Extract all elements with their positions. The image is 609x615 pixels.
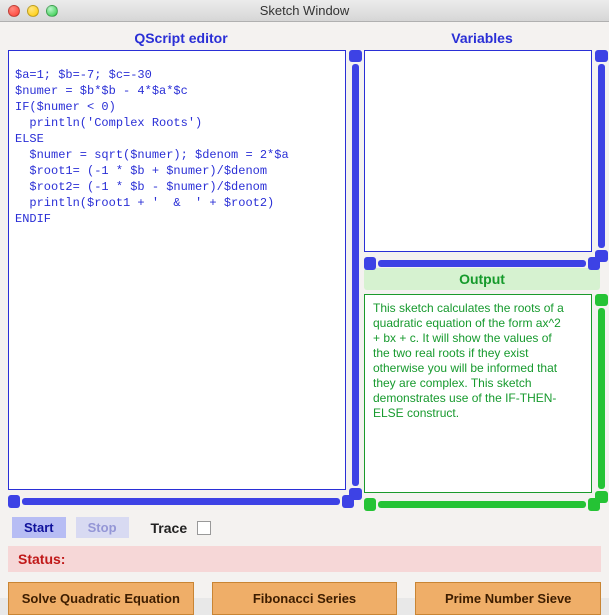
code-area[interactable]: $a=1; $b=-7; $c=-30 $numer = $b*$b - 4*$… xyxy=(11,65,331,229)
editor-panel: $a=1; $b=-7; $c=-30 $numer = $b*$b - 4*$… xyxy=(8,50,346,490)
editor-v-scrollbar[interactable] xyxy=(349,50,362,500)
variables-v-scrollbar[interactable] xyxy=(595,50,608,262)
output-h-scrollbar[interactable] xyxy=(364,498,600,511)
fibonacci-button[interactable]: Fibonacci Series xyxy=(212,582,398,615)
editor-h-scrollbar[interactable] xyxy=(8,495,354,508)
variables-panel xyxy=(364,50,592,252)
variables-content xyxy=(367,53,577,61)
trace-label: Trace xyxy=(151,520,188,536)
trace-checkbox[interactable] xyxy=(197,521,211,535)
output-header: Output xyxy=(364,268,600,290)
output-v-scrollbar[interactable] xyxy=(595,294,608,503)
editor-header: QScript editor xyxy=(8,28,354,50)
output-text: This sketch calculates the roots of a qu… xyxy=(367,297,577,425)
variables-header: Variables xyxy=(364,28,600,50)
prime-sieve-button[interactable]: Prime Number Sieve xyxy=(415,582,601,615)
status-label: Status: xyxy=(18,551,65,567)
variables-h-scrollbar[interactable] xyxy=(364,257,600,270)
minimize-icon[interactable] xyxy=(27,5,39,17)
zoom-icon[interactable] xyxy=(46,5,58,17)
stop-button: Stop xyxy=(76,517,129,538)
window-title: Sketch Window xyxy=(0,3,609,18)
close-icon[interactable] xyxy=(8,5,20,17)
output-panel: This sketch calculates the roots of a qu… xyxy=(364,294,592,493)
status-bar: Status: xyxy=(8,546,601,572)
start-button[interactable]: Start xyxy=(12,517,66,538)
traffic-lights xyxy=(0,5,58,17)
solve-quadratic-button[interactable]: Solve Quadratic Equation xyxy=(8,582,194,615)
window-titlebar: Sketch Window xyxy=(0,0,609,22)
